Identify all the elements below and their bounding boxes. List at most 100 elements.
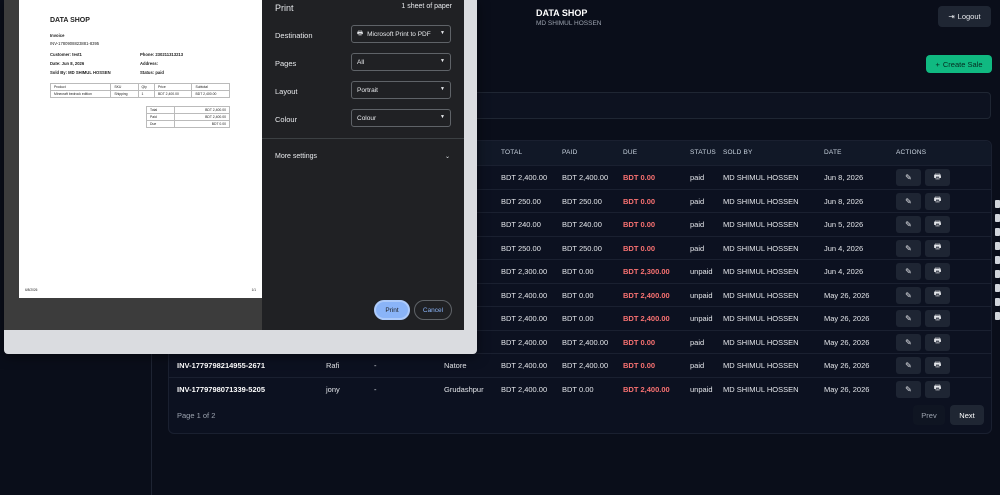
cell-sold-by: MD SHIMUL HOSSEN	[723, 220, 799, 229]
sheet-count: 1 sheet of paper	[401, 3, 452, 10]
print-button[interactable]: Print	[374, 300, 410, 320]
cell-due: BDT 2,400.00	[623, 384, 670, 394]
pencil-icon: ✎	[905, 267, 912, 276]
edge-icon[interactable]	[995, 298, 1000, 306]
cell-total: BDT 2,400.00	[501, 290, 548, 300]
print-row-button[interactable]: 🖶	[925, 263, 950, 280]
printer-icon: 🖶	[933, 195, 942, 204]
edge-icon[interactable]	[995, 200, 1000, 208]
preview-due-value: BDT 0.00	[173, 120, 231, 128]
print-row-button[interactable]: 🖶	[925, 169, 950, 186]
preview-total-label: Total	[146, 106, 175, 114]
cell-due: BDT 0.00	[623, 220, 656, 229]
cell-sold-by: MD SHIMUL HOSSEN	[723, 267, 799, 276]
edge-icon[interactable]	[995, 242, 1000, 250]
preview-sold-by: Sold By: MD SHIMUL HOSSEN	[50, 70, 111, 75]
edge-icon[interactable]	[995, 256, 1000, 264]
printer-icon: 🖶	[933, 171, 942, 181]
logout-button[interactable]: ⇥ Logout	[938, 6, 991, 27]
cell-phone: -	[374, 361, 377, 370]
printer-icon: 🖶	[933, 242, 942, 251]
pages-select[interactable]: All ▼	[351, 53, 451, 71]
search-input[interactable]	[470, 92, 991, 119]
col-due: DUE	[623, 149, 638, 156]
colour-value: Colour	[357, 114, 377, 122]
edge-icon[interactable]	[995, 270, 1000, 278]
more-settings-toggle[interactable]: More settings	[275, 153, 317, 160]
preview-page: DATA SHOP Invoice INV-1780908823881-8395…	[19, 0, 262, 298]
pages-label: Pages	[275, 59, 297, 68]
cell-total: BDT 2,400.00	[501, 173, 548, 182]
preview-th: SKU	[110, 83, 139, 91]
print-row-button[interactable]: 🖶	[925, 333, 950, 351]
cancel-button[interactable]: Cancel	[414, 300, 452, 320]
pencil-icon: ✎	[905, 173, 912, 182]
cell-date: Jun 4, 2026	[824, 243, 864, 253]
print-row-button[interactable]: 🖶	[925, 216, 950, 233]
cell-date: May 26, 2026	[824, 384, 870, 394]
print-row-button[interactable]: 🖶	[925, 239, 950, 257]
cell-date: Jun 8, 2026	[824, 173, 864, 182]
cell-sold-by: MD SHIMUL HOSSEN	[723, 361, 799, 370]
create-sale-label: Create Sale	[942, 59, 983, 69]
cell-paid: BDT 240.00	[562, 220, 602, 229]
cell-paid: BDT 0.00	[562, 267, 594, 276]
preview-footer-left: 6/8/2026	[25, 288, 38, 292]
edit-button[interactable]: ✎	[896, 380, 921, 398]
edit-button[interactable]: ✎	[896, 357, 921, 374]
logout-icon: ⇥	[948, 12, 955, 21]
cell-paid: BDT 0.00	[562, 290, 594, 300]
cell-sold-by: MD SHIMUL HOSSEN	[723, 384, 799, 394]
edge-icon[interactable]	[995, 284, 1000, 292]
cell-total: BDT 2,400.00	[501, 314, 548, 323]
destination-select[interactable]: 🖶 Microsoft Print to PDF ▼	[351, 25, 451, 43]
colour-label: Colour	[275, 115, 298, 124]
layout-select[interactable]: Portrait ▼	[351, 81, 451, 99]
edit-button[interactable]: ✎	[896, 239, 921, 257]
cell-sold-by: MD SHIMUL HOSSEN	[723, 243, 799, 253]
edge-icon[interactable]	[995, 312, 1000, 320]
print-dialog: DATA SHOP Invoice INV-1780908823881-8395…	[4, 0, 477, 354]
cell-total: BDT 250.00	[501, 243, 541, 253]
print-row-button[interactable]: 🖶	[925, 192, 950, 210]
cell-status: paid	[690, 243, 705, 253]
edit-button[interactable]: ✎	[896, 333, 921, 351]
prev-button[interactable]: Prev	[913, 405, 945, 425]
cell-address: Natore	[444, 361, 467, 370]
print-row-button[interactable]: 🖶	[925, 286, 950, 304]
preview-invoice-no: INV-1780908823881-8395	[50, 41, 100, 46]
print-row-button[interactable]: 🖶	[925, 310, 950, 327]
edge-icon[interactable]	[995, 228, 1000, 236]
cell-sold-by: MD SHIMUL HOSSEN	[723, 196, 799, 206]
printer-icon: 🖶	[933, 289, 942, 298]
print-row-button[interactable]: 🖶	[925, 357, 950, 374]
cell-invoice: INV-1779798071339-5205	[177, 384, 265, 394]
pencil-icon: ✎	[905, 384, 912, 394]
preview-th: Subtotal	[191, 83, 230, 91]
preview-address: Address:	[140, 61, 159, 66]
print-row-button[interactable]: 🖶	[925, 380, 950, 398]
edit-button[interactable]: ✎	[896, 216, 921, 233]
next-button[interactable]: Next	[950, 405, 984, 425]
colour-select[interactable]: Colour ▼	[351, 109, 451, 127]
cell-total: BDT 2,400.00	[501, 337, 548, 347]
preview-items-table: Product SKU Qty Price Subtotal Minecraft…	[49, 83, 230, 98]
edit-button[interactable]: ✎	[896, 169, 921, 186]
preview-customer: Customer: test1	[50, 52, 82, 57]
col-date: DATE	[824, 149, 842, 156]
cell-total: BDT 2,400.00	[501, 361, 548, 370]
edit-button[interactable]: ✎	[896, 286, 921, 304]
cell-sold-by: MD SHIMUL HOSSEN	[723, 314, 799, 323]
edit-button[interactable]: ✎	[896, 310, 921, 327]
edit-button[interactable]: ✎	[896, 192, 921, 210]
edit-button[interactable]: ✎	[896, 263, 921, 280]
col-sold-by: SOLD BY	[723, 149, 753, 156]
cell-due: BDT 0.00	[623, 337, 656, 347]
preview-shop: DATA SHOP	[50, 17, 90, 24]
edge-icon[interactable]	[995, 214, 1000, 222]
preview-status: Status: paid	[140, 70, 164, 75]
create-sale-button[interactable]: + Create Sale	[926, 55, 992, 73]
col-paid: PAID	[562, 149, 578, 156]
chevron-down-icon[interactable]: ⌄	[445, 153, 450, 160]
pager-text: Page 1 of 2	[177, 411, 216, 420]
